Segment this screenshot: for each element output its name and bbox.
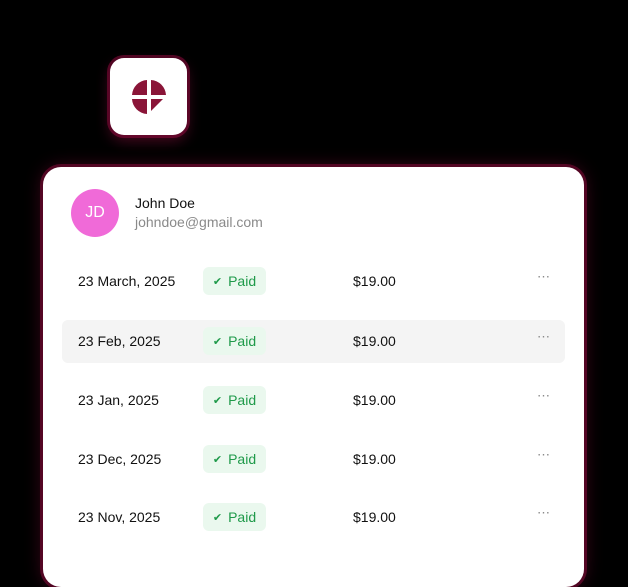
avatar: JD [71, 189, 119, 237]
payment-date: 23 Jan, 2025 [78, 392, 159, 408]
check-icon: ✔ [212, 453, 223, 466]
more-options-icon[interactable]: ⋯ [537, 329, 551, 345]
status-label: Paid [228, 273, 257, 289]
table-row[interactable]: 23 Jan, 2025 ✔ Paid $19.00 ⋯ [62, 379, 565, 422]
status-badge: ✔ Paid [203, 445, 266, 473]
user-email: johndoe@gmail.com [135, 214, 263, 230]
payments-card: JD John Doe johndoe@gmail.com 23 March, … [43, 167, 584, 587]
more-options-icon[interactable]: ⋯ [537, 388, 551, 404]
more-options-icon[interactable]: ⋯ [537, 505, 551, 521]
payment-amount: $19.00 [353, 451, 396, 467]
status-badge: ✔ Paid [203, 386, 266, 414]
status-badge: ✔ Paid [203, 503, 266, 531]
table-row[interactable]: 23 Feb, 2025 ✔ Paid $19.00 ⋯ [62, 320, 565, 363]
check-icon: ✔ [212, 511, 223, 524]
user-name: John Doe [135, 195, 195, 211]
payment-date: 23 Dec, 2025 [78, 451, 162, 467]
status-label: Paid [228, 451, 257, 467]
check-icon: ✔ [212, 394, 223, 407]
user-header: JD John Doe johndoe@gmail.com [71, 189, 263, 237]
more-options-icon[interactable]: ⋯ [537, 269, 551, 285]
table-row[interactable]: 23 Dec, 2025 ✔ Paid $19.00 ⋯ [62, 438, 565, 481]
table-row[interactable]: 23 Nov, 2025 ✔ Paid $19.00 ⋯ [62, 496, 565, 539]
status-label: Paid [228, 392, 257, 408]
status-label: Paid [228, 333, 257, 349]
app-logo [110, 58, 187, 135]
status-badge: ✔ Paid [203, 327, 266, 355]
table-row[interactable]: 23 March, 2025 ✔ Paid $19.00 ⋯ [62, 260, 565, 303]
payment-amount: $19.00 [353, 333, 396, 349]
check-icon: ✔ [212, 335, 223, 348]
payment-date: 23 March, 2025 [78, 273, 176, 289]
quadrant-logo-icon [131, 79, 166, 114]
status-badge: ✔ Paid [203, 267, 266, 295]
payment-date: 23 Feb, 2025 [78, 333, 161, 349]
more-options-icon[interactable]: ⋯ [537, 447, 551, 463]
payment-amount: $19.00 [353, 392, 396, 408]
check-icon: ✔ [212, 275, 223, 288]
payment-amount: $19.00 [353, 273, 396, 289]
